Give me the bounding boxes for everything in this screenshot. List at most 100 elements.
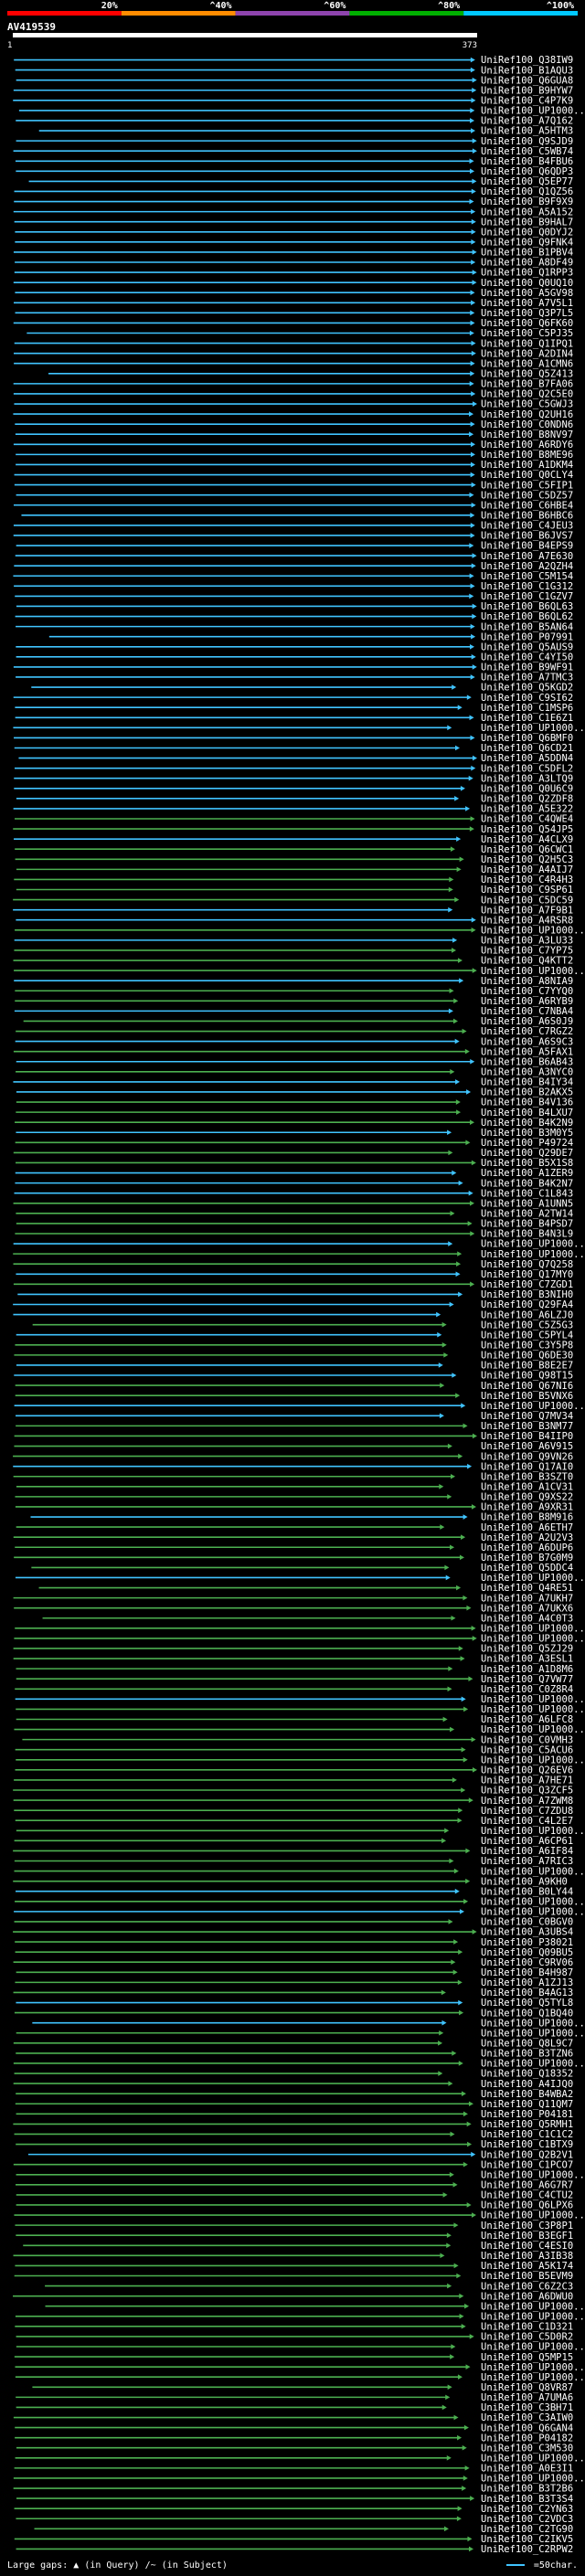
hit-arrow-icon — [468, 1797, 473, 1803]
hit-arrow-icon — [467, 1463, 473, 1469]
hit-arrow-icon — [472, 1433, 477, 1439]
hit-arrow-icon — [460, 1656, 465, 1661]
scale-key-label: =50char. — [533, 2560, 578, 2571]
hit-arrow-icon — [458, 1180, 463, 1186]
hit-arrow-icon — [469, 2546, 474, 2552]
hit-arrow-icon — [452, 1170, 457, 1176]
hit-arrow-icon — [469, 158, 474, 164]
hit-arrow-icon — [462, 1028, 467, 1034]
hit-arrow-icon — [448, 1241, 453, 1246]
hit-arrow-icon — [470, 67, 475, 73]
hit-arrow-icon — [464, 1048, 470, 1055]
hit-arrow-icon — [459, 978, 464, 983]
hit-arrow-icon — [461, 1746, 466, 1753]
hit-arrow-icon — [470, 1058, 475, 1065]
hit-arrow-icon — [461, 2091, 466, 2096]
hit-arrow-icon — [449, 988, 454, 994]
scale-label: ^40% — [210, 1, 232, 11]
hit-arrow-icon — [453, 2414, 459, 2421]
hit-arrow-icon — [461, 1696, 466, 1702]
hit-arrow-icon — [470, 533, 475, 538]
hit-arrow-icon — [470, 370, 475, 376]
hit-arrow-icon — [468, 2101, 473, 2107]
hit-arrow-icon — [449, 876, 454, 883]
alignment-plot: 20% ^40% ^60% ^80% ^100% AV419539 1 373 UniRef10… — [7, 1, 585, 2555]
hit-arrow-icon — [471, 128, 476, 133]
hit-arrow-icon — [454, 1038, 460, 1044]
hit-arrow-icon — [458, 2061, 463, 2066]
hit-arrow-icon — [447, 1129, 452, 1136]
hit-arrow-icon — [463, 1756, 468, 1763]
hit-arrow-icon — [461, 1403, 466, 1409]
query-start-label: 1 — [7, 41, 12, 50]
hit-arrow-icon — [459, 1909, 464, 1914]
hit-arrow-icon — [437, 1331, 442, 1338]
hit-arrow-icon — [471, 1504, 476, 1510]
hit-arrow-icon — [459, 1554, 464, 1561]
hit-arrow-icon — [470, 1231, 475, 1236]
hit-arrow-icon — [471, 917, 476, 923]
hit-arrow-icon — [469, 826, 474, 832]
hit-arrow-icon — [457, 2434, 463, 2441]
hit-arrow-icon — [465, 806, 471, 811]
hit-arrow-icon — [438, 1362, 443, 1368]
hit-arrow-icon — [469, 643, 474, 650]
hit-arrow-icon — [472, 148, 477, 154]
query-name: AV419539 — [7, 21, 56, 33]
hit-arrow-icon — [470, 583, 475, 589]
hit-arrow-icon — [441, 2404, 447, 2411]
scale-key-line-icon — [505, 2564, 525, 2566]
hit-arrow-icon — [470, 108, 475, 113]
hit-arrow-icon — [472, 1636, 477, 1641]
hit-arrow-icon — [450, 1069, 455, 1075]
hit-arrow-icon — [467, 2141, 473, 2147]
scale-segment — [121, 11, 236, 16]
hit-arrow-icon — [467, 1221, 473, 1226]
hit-arrow-icon — [443, 1352, 449, 1358]
hit-arrow-icon — [464, 2465, 470, 2471]
hit-arrow-icon — [463, 2161, 468, 2168]
hit-arrow-icon — [471, 391, 476, 397]
hit-arrow-icon — [442, 1716, 448, 1723]
hit-arrow-icon — [456, 2273, 462, 2279]
hit-arrow-icon — [472, 138, 477, 143]
hit-arrow-icon — [448, 906, 453, 913]
hit-arrow-icon — [470, 310, 475, 316]
hit-arrow-icon — [456, 1585, 462, 1591]
hit-arrow-icon — [471, 2212, 476, 2218]
hit-arrow-icon — [472, 1929, 477, 1935]
hit-arrow-icon — [440, 1524, 445, 1530]
hit-arrow-icon — [441, 1341, 447, 1348]
scale-label: ^60% — [324, 1, 346, 11]
hit-arrow-icon — [454, 896, 460, 903]
hit-arrow-icon — [471, 1160, 476, 1166]
hit-arrow-icon — [463, 1595, 468, 1601]
hit-arrow-icon — [471, 188, 476, 195]
hit-arrow-icon — [452, 1018, 458, 1024]
hit-arrow-icon — [452, 1373, 457, 1378]
hit-arrow-icon — [457, 1979, 463, 1986]
hit-arrow-icon — [452, 684, 457, 690]
hit-arrow-icon — [459, 2313, 464, 2319]
hit-arrow-icon — [471, 1626, 476, 1631]
scale-segment — [235, 11, 350, 16]
hit-arrow-icon — [439, 2030, 444, 2036]
scale-segment — [349, 11, 464, 16]
hit-arrow-icon — [460, 785, 465, 791]
hit-arrow-icon — [470, 2496, 475, 2501]
hit-arrow-icon — [470, 1281, 475, 1288]
hit-arrow-icon — [470, 523, 475, 528]
hit-arrow-icon — [471, 228, 476, 235]
hit-arrow-icon — [449, 1301, 454, 1308]
hit-arrow-icon — [471, 633, 476, 640]
hit-arrow-icon — [469, 198, 474, 205]
hit-arrow-icon — [457, 1818, 463, 1824]
hit-arrow-icon — [472, 968, 477, 973]
hit-arrow-icon — [453, 2222, 459, 2228]
gap-query-mark-icon: ▲ — [73, 2560, 80, 2571]
hit-arrow-icon — [453, 1939, 459, 1945]
hit-arrow-icon — [469, 715, 474, 721]
hit-arrow-icon — [472, 1767, 477, 1773]
hit-arrow-icon — [455, 1099, 461, 1105]
hit-arrow-icon — [469, 593, 474, 599]
